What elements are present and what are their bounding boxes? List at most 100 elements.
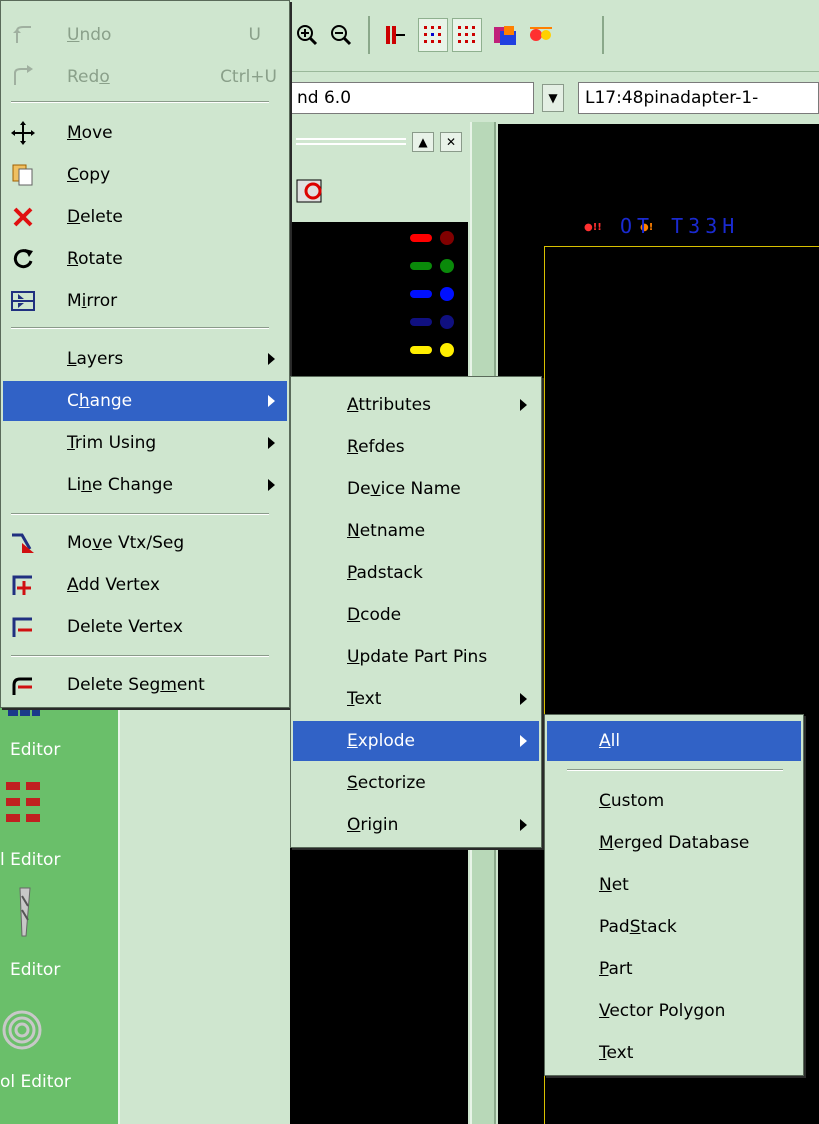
menu-item-move[interactable]: Move <box>3 113 287 153</box>
submenu-arrow-icon <box>268 437 275 449</box>
drill-editor-icon[interactable] <box>6 886 42 937</box>
menu-item-mirror[interactable]: Mirror <box>3 281 287 321</box>
menu-separator <box>11 327 269 329</box>
menu-item-explode[interactable]: Explode <box>293 721 539 761</box>
submenu-arrow-icon <box>268 479 275 491</box>
menu-item-label: Move Vtx/Seg <box>67 533 185 553</box>
menu-item-label: Sectorize <box>347 773 426 793</box>
menu-item-label: Explode <box>347 731 415 751</box>
layer-visibility-dot[interactable] <box>440 287 454 301</box>
menu-item-sectorize[interactable]: Sectorize <box>293 763 539 803</box>
scheme-combo[interactable]: nd 6.0 <box>290 82 534 114</box>
context-menu: Undo U Redo Ctrl+U Move Copy Delete Rota… <box>0 0 290 708</box>
menu-item-net[interactable]: Net <box>547 865 801 905</box>
panel-close-icon[interactable]: ✕ <box>440 132 462 152</box>
move-vertex-icon <box>9 529 37 557</box>
submenu-arrow-icon <box>520 399 527 411</box>
editor-launcher-label[interactable]: l Editor <box>0 850 60 870</box>
menu-item-merged-database[interactable]: Merged Database <box>547 823 801 863</box>
layer-visibility-dot[interactable] <box>440 231 454 245</box>
layers-color-icon[interactable] <box>490 18 520 52</box>
menu-item-update-part-pins[interactable]: Update Part Pins <box>293 637 539 677</box>
package-editor-icon[interactable] <box>6 778 42 822</box>
menu-item-label: Layers <box>67 349 124 369</box>
menu-item-move-vtx-seg[interactable]: Move Vtx/Seg <box>3 523 287 563</box>
menu-item-label: Add Vertex <box>67 575 160 595</box>
menu-item-label: Text <box>347 689 382 709</box>
layer-swatch[interactable] <box>410 234 432 242</box>
layer-visibility-dot[interactable] <box>440 343 454 357</box>
menu-item-label: Refdes <box>347 437 405 457</box>
menu-item-rotate[interactable]: Rotate <box>3 239 287 279</box>
menu-item-label: Merged Database <box>599 833 750 853</box>
menu-item-label: Attributes <box>347 395 431 415</box>
menu-item-label: PadStack <box>599 917 677 937</box>
menu-item-vector-polygon[interactable]: Vector Polygon <box>547 991 801 1031</box>
route-icon[interactable] <box>380 18 410 52</box>
menu-item-padstack[interactable]: Padstack <box>293 553 539 593</box>
undo-icon <box>9 21 37 49</box>
menu-item-redo[interactable]: Redo Ctrl+U <box>3 57 287 97</box>
panel-grip[interactable] <box>296 138 406 145</box>
menu-item-custom[interactable]: Custom <box>547 781 801 821</box>
menu-item-label: Vector Polygon <box>599 1001 726 1021</box>
layer-visibility-dot[interactable] <box>440 259 454 273</box>
zoom-out-icon[interactable] <box>326 18 356 52</box>
menu-shortcut: Ctrl+U <box>220 67 277 87</box>
menu-item-line-change[interactable]: Line Change <box>3 465 287 505</box>
menu-item-add-vertex[interactable]: Add Vertex <box>3 565 287 605</box>
menu-item-attributes[interactable]: Attributes <box>293 385 539 425</box>
highlight-icon[interactable] <box>526 18 556 52</box>
menu-item-part[interactable]: Part <box>547 949 801 989</box>
menu-item-device-name[interactable]: Device Name <box>293 469 539 509</box>
menu-item-text-explode[interactable]: Text <box>547 1033 801 1073</box>
menu-separator <box>11 655 269 657</box>
copy-icon <box>9 161 37 189</box>
submenu-arrow-icon <box>268 353 275 365</box>
menu-item-origin[interactable]: Origin <box>293 805 539 845</box>
menu-item-undo[interactable]: Undo U <box>3 15 287 55</box>
layer-config-icon[interactable] <box>292 176 326 206</box>
zoom-in-icon[interactable] <box>292 18 322 52</box>
layer-combo[interactable]: L17:48pinadapter-1- <box>578 82 819 114</box>
grid-icon[interactable] <box>418 18 448 52</box>
editor-launcher-label[interactable]: ol Editor <box>0 1072 71 1092</box>
layer-swatch[interactable] <box>410 290 432 298</box>
editor-launcher-label[interactable]: Editor <box>10 960 60 980</box>
layer-swatch[interactable] <box>410 318 432 326</box>
menu-item-copy[interactable]: Copy <box>3 155 287 195</box>
menu-item-trim-using[interactable]: Trim Using <box>3 423 287 463</box>
menu-item-padstack-explode[interactable]: PadStack <box>547 907 801 947</box>
combo-dropdown-arrow-icon[interactable]: ▼ <box>542 84 564 112</box>
menu-item-text[interactable]: Text <box>293 679 539 719</box>
menu-item-netname[interactable]: Netname <box>293 511 539 551</box>
editor-launcher-label[interactable]: Editor <box>10 740 60 760</box>
menu-item-delete-vertex[interactable]: Delete Vertex <box>3 607 287 647</box>
menu-item-change[interactable]: Change <box>3 381 287 421</box>
symbol-editor-icon[interactable] <box>2 1000 42 1050</box>
menu-separator <box>11 101 269 103</box>
launcher-splitter <box>118 680 134 1124</box>
menu-item-layers[interactable]: Layers <box>3 339 287 379</box>
menu-item-dcode[interactable]: Dcode <box>293 595 539 635</box>
layer-visibility-dot[interactable] <box>440 315 454 329</box>
menu-item-label: Net <box>599 875 629 895</box>
menu-item-refdes[interactable]: Refdes <box>293 427 539 467</box>
grid-alt-icon[interactable] <box>452 18 482 52</box>
toolbar-separator <box>368 16 370 54</box>
menu-item-delete-segment[interactable]: Delete Segment <box>3 665 287 705</box>
layer-swatch[interactable] <box>410 262 432 270</box>
menu-item-label: Rotate <box>67 249 123 269</box>
submenu-arrow-icon <box>268 395 275 407</box>
menu-item-label: All <box>599 731 621 751</box>
menu-item-all[interactable]: All <box>547 721 801 761</box>
menu-item-label: Dcode <box>347 605 402 625</box>
silkscreen-text: OT T33H <box>620 214 740 238</box>
layer-swatch[interactable] <box>410 346 432 354</box>
rotate-icon <box>9 245 37 273</box>
delete-segment-icon <box>9 671 37 699</box>
menu-item-label: Text <box>599 1043 634 1063</box>
layer-combo-value: L17:48pinadapter-1- <box>585 88 759 108</box>
menu-item-delete[interactable]: Delete <box>3 197 287 237</box>
panel-maximize-icon[interactable]: ▲ <box>412 132 434 152</box>
